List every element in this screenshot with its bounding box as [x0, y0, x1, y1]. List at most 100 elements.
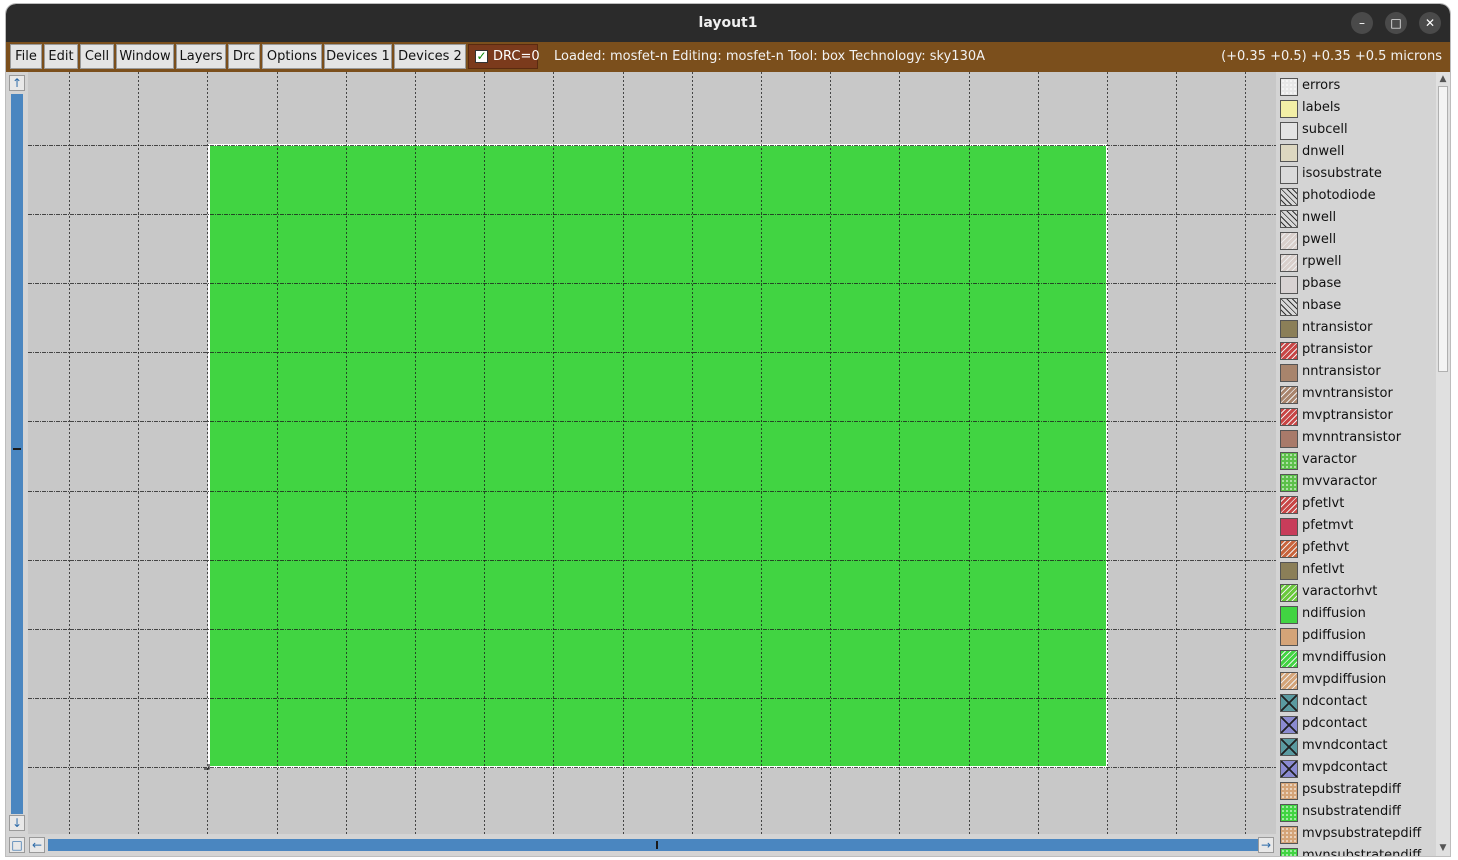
layer-item-pwell[interactable]: pwell — [1276, 230, 1436, 252]
layer-swatch-icon[interactable] — [1280, 298, 1298, 316]
layer-swatch-icon[interactable] — [1280, 276, 1298, 294]
layout-canvas[interactable] — [28, 72, 1276, 834]
layer-swatch-icon[interactable] — [1280, 474, 1298, 492]
layer-item-nbase[interactable]: nbase — [1276, 296, 1436, 318]
layer-swatch-icon[interactable] — [1280, 782, 1298, 800]
layer-item-nfetlvt[interactable]: nfetlvt — [1276, 560, 1436, 582]
layer-item-photodiode[interactable]: photodiode — [1276, 186, 1436, 208]
menu-edit[interactable]: Edit — [44, 44, 78, 69]
layer-swatch-icon[interactable] — [1280, 78, 1298, 96]
menu-options[interactable]: Options — [262, 44, 322, 69]
maximize-button[interactable]: □ — [1385, 12, 1407, 34]
layer-swatch-icon[interactable] — [1280, 716, 1298, 734]
layer-item-mvpdcontact[interactable]: mvpdcontact — [1276, 758, 1436, 780]
layer-item-labels[interactable]: labels — [1276, 98, 1436, 120]
scroll-up-icon[interactable]: ↑ — [9, 75, 25, 91]
menu-file[interactable]: File — [10, 44, 42, 69]
layer-swatch-icon[interactable] — [1280, 166, 1298, 184]
layer-swatch-icon[interactable] — [1280, 452, 1298, 470]
drc-toggle[interactable]: ✓ DRC=0 — [468, 44, 540, 69]
palette-scroll-thumb[interactable] — [1438, 86, 1448, 372]
layer-item-pbase[interactable]: pbase — [1276, 274, 1436, 296]
layer-swatch-icon[interactable] — [1280, 320, 1298, 338]
horizontal-scroll-thumb[interactable] — [656, 841, 658, 849]
layer-swatch-icon[interactable] — [1280, 254, 1298, 272]
layer-item-pfetmvt[interactable]: pfetmvt — [1276, 516, 1436, 538]
layer-swatch-icon[interactable] — [1280, 232, 1298, 250]
layer-item-dnwell[interactable]: dnwell — [1276, 142, 1436, 164]
layer-item-pdcontact[interactable]: pdcontact — [1276, 714, 1436, 736]
layer-swatch-icon[interactable] — [1280, 496, 1298, 514]
layer-swatch-icon[interactable] — [1280, 584, 1298, 602]
vertical-scroll-track[interactable] — [11, 94, 23, 814]
layer-item-pfethvt[interactable]: pfethvt — [1276, 538, 1436, 560]
layer-item-mvntransistor[interactable]: mvntransistor — [1276, 384, 1436, 406]
palette-scrollbar[interactable]: ▲ ▼ — [1436, 72, 1450, 856]
zoom-box-icon[interactable]: □ — [9, 837, 25, 853]
layout-drawing[interactable] — [28, 72, 1276, 834]
minimize-button[interactable]: – — [1351, 12, 1373, 34]
layer-swatch-icon[interactable] — [1280, 210, 1298, 228]
layer-swatch-icon[interactable] — [1280, 122, 1298, 140]
layer-item-mvnsubstratendiff[interactable]: mvnsubstratendiff — [1276, 846, 1436, 856]
menu-cell[interactable]: Cell — [80, 44, 114, 69]
layer-item-subcell[interactable]: subcell — [1276, 120, 1436, 142]
layer-item-pfetlvt[interactable]: pfetlvt — [1276, 494, 1436, 516]
layer-swatch-icon[interactable] — [1280, 672, 1298, 690]
layer-swatch-icon[interactable] — [1280, 804, 1298, 822]
layer-item-mvvaractor[interactable]: mvvaractor — [1276, 472, 1436, 494]
layer-swatch-icon[interactable] — [1280, 386, 1298, 404]
layer-swatch-icon[interactable] — [1280, 694, 1298, 712]
layer-swatch-icon[interactable] — [1280, 430, 1298, 448]
menu-drc[interactable]: Drc — [228, 44, 260, 69]
palette-scroll-down-icon[interactable]: ▼ — [1437, 842, 1449, 854]
layer-swatch-icon[interactable] — [1280, 606, 1298, 624]
layer-swatch-icon[interactable] — [1280, 826, 1298, 844]
vertical-scroll-thumb[interactable] — [13, 448, 21, 450]
layer-swatch-icon[interactable] — [1280, 188, 1298, 206]
layer-item-ptransistor[interactable]: ptransistor — [1276, 340, 1436, 362]
layer-item-ntransistor[interactable]: ntransistor — [1276, 318, 1436, 340]
layer-item-pdiffusion[interactable]: pdiffusion — [1276, 626, 1436, 648]
layer-item-nwell[interactable]: nwell — [1276, 208, 1436, 230]
layer-swatch-icon[interactable] — [1280, 540, 1298, 558]
layer-swatch-icon[interactable] — [1280, 408, 1298, 426]
layer-item-mvnntransistor[interactable]: mvnntransistor — [1276, 428, 1436, 450]
close-button[interactable]: ✕ — [1419, 12, 1441, 34]
layer-item-nsubstratendiff[interactable]: nsubstratendiff — [1276, 802, 1436, 824]
layer-item-nntransistor[interactable]: nntransistor — [1276, 362, 1436, 384]
layer-item-mvpdiffusion[interactable]: mvpdiffusion — [1276, 670, 1436, 692]
scroll-down-icon[interactable]: ↓ — [9, 815, 25, 831]
layer-swatch-icon[interactable] — [1280, 342, 1298, 360]
drc-checkbox-icon[interactable]: ✓ — [475, 50, 488, 63]
layer-swatch-icon[interactable] — [1280, 100, 1298, 118]
horizontal-scroll-track[interactable] — [48, 839, 1258, 851]
layer-item-rpwell[interactable]: rpwell — [1276, 252, 1436, 274]
layer-swatch-icon[interactable] — [1280, 518, 1298, 536]
layer-item-mvpsubstratepdiff[interactable]: mvpsubstratepdiff — [1276, 824, 1436, 846]
menu-devices-1[interactable]: Devices 1 — [324, 44, 392, 69]
layer-swatch-icon[interactable] — [1280, 144, 1298, 162]
layer-item-ndiffusion[interactable]: ndiffusion — [1276, 604, 1436, 626]
menu-window[interactable]: Window — [116, 44, 174, 69]
layer-swatch-icon[interactable] — [1280, 364, 1298, 382]
layer-swatch-icon[interactable] — [1280, 628, 1298, 646]
layer-item-mvndiffusion[interactable]: mvndiffusion — [1276, 648, 1436, 670]
layer-swatch-icon[interactable] — [1280, 562, 1298, 580]
scroll-left-icon[interactable]: ← — [29, 837, 45, 853]
layer-swatch-icon[interactable] — [1280, 650, 1298, 668]
ndiffusion-box[interactable] — [208, 144, 1108, 768]
scroll-right-icon[interactable]: → — [1258, 837, 1274, 853]
layer-swatch-icon[interactable] — [1280, 848, 1298, 856]
layer-swatch-icon[interactable] — [1280, 738, 1298, 756]
vertical-scrollbar[interactable]: ↑ ↓ — [6, 72, 28, 834]
layer-item-mvndcontact[interactable]: mvndcontact — [1276, 736, 1436, 758]
layer-item-isosubstrate[interactable]: isosubstrate — [1276, 164, 1436, 186]
layer-item-mvptransistor[interactable]: mvptransistor — [1276, 406, 1436, 428]
menu-devices-2[interactable]: Devices 2 — [394, 44, 466, 69]
layer-item-errors[interactable]: errors — [1276, 76, 1436, 98]
layer-item-varactor[interactable]: varactor — [1276, 450, 1436, 472]
layer-item-psubstratepdiff[interactable]: psubstratepdiff — [1276, 780, 1436, 802]
layer-item-varactorhvt[interactable]: varactorhvt — [1276, 582, 1436, 604]
layer-swatch-icon[interactable] — [1280, 760, 1298, 778]
